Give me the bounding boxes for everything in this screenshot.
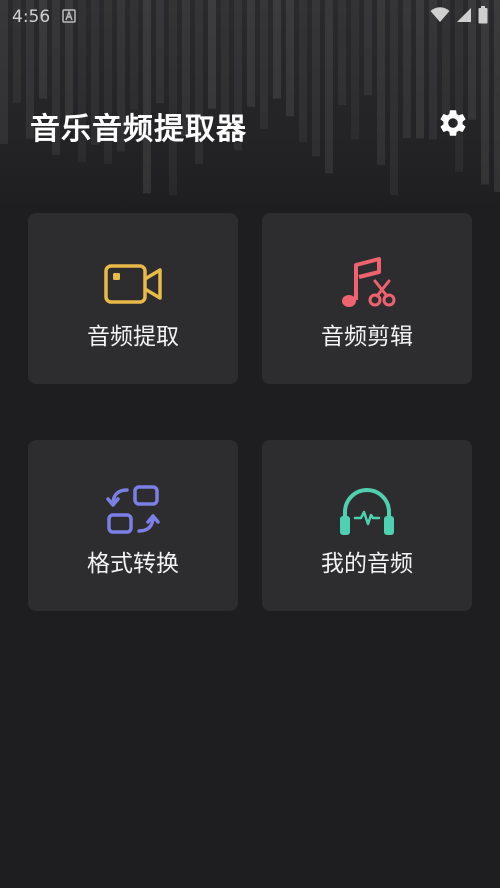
status-time: 4:56: [12, 7, 51, 27]
gear-icon: [440, 110, 466, 136]
my-audio-label: 我的音频: [321, 551, 413, 577]
audio-extract-card[interactable]: 音频提取: [28, 213, 238, 384]
audio-edit-label: 音频剪辑: [321, 324, 413, 350]
battery-icon: [478, 6, 488, 28]
settings-button[interactable]: [437, 107, 469, 139]
app-screen: 4:56 音乐音频提取器 音频提取 音频剪辑 格式转换 我的音频: [0, 0, 500, 888]
headphones-icon: [337, 482, 397, 542]
music-scissors-icon: [337, 255, 397, 315]
video-camera-icon: [103, 255, 163, 315]
signal-icon: [456, 7, 472, 27]
format-convert-label: 格式转换: [87, 551, 179, 577]
notification-a-icon: [62, 8, 76, 27]
audio-edit-card[interactable]: 音频剪辑: [262, 213, 472, 384]
format-convert-card[interactable]: 格式转换: [28, 440, 238, 611]
wifi-icon: [430, 7, 450, 27]
status-bar: 4:56: [0, 0, 500, 34]
app-title: 音乐音频提取器: [30, 112, 247, 147]
convert-icon: [103, 482, 163, 542]
audio-extract-label: 音频提取: [87, 324, 179, 350]
my-audio-card[interactable]: 我的音频: [262, 440, 472, 611]
